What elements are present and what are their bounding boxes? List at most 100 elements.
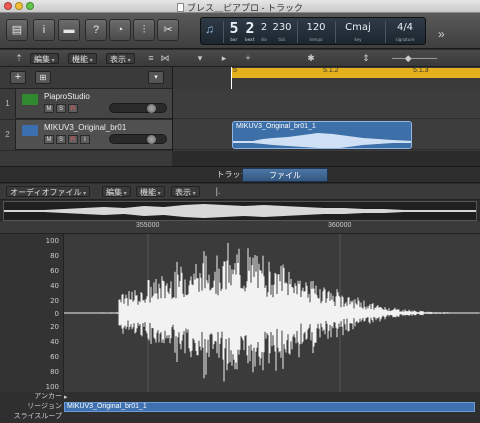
snap-icon[interactable]: |. (211, 186, 225, 197)
lcd-signature-label: signature (395, 37, 415, 42)
scale-label: 20 (50, 323, 59, 331)
quick-help-button[interactable]: ? (85, 19, 107, 41)
region-bar[interactable]: MIKUV3_Original_br01_1 (64, 402, 475, 412)
scale-label: 40 (50, 338, 59, 346)
track-number: 2 (0, 120, 16, 150)
add-track-button[interactable]: + (10, 71, 26, 84)
audio-region[interactable]: MIKUV3_Original_br01_1 (232, 121, 412, 149)
track-name[interactable]: MIKUV3_Original_br01 (44, 123, 126, 132)
lcd-division: 2 (260, 22, 268, 33)
lcd-tick-label: tick (278, 37, 286, 42)
pointer-tool-icon[interactable]: ▾ (194, 53, 206, 64)
scale-label: 60 (50, 267, 59, 275)
crosshair-tool-icon[interactable]: + (242, 53, 254, 64)
scale-label: 0 (54, 310, 59, 318)
track-row-2[interactable]: 2 MIKUV3_Original_br01 M S R I (0, 120, 172, 150)
inspector-button[interactable]: i (33, 19, 55, 41)
tracks-functions-menu[interactable]: 機能 (68, 53, 97, 64)
editor-view-menu[interactable]: 表示 (171, 186, 200, 197)
region-row: リージョン MIKUV3_Original_br01_1 (0, 402, 480, 412)
input-monitor-button[interactable]: I (80, 135, 90, 144)
smart-controls-button[interactable]: ◔ (109, 19, 131, 41)
control-bar: ▤ i ▬ ? ◔ ⫶ ✂ ♫ 5 bar 2 beat 2 div 230 tick … (0, 13, 480, 49)
solo-button[interactable]: S (56, 104, 66, 113)
solo-button[interactable]: S (56, 135, 66, 144)
zoom-slider[interactable]: ──◆──── (392, 53, 472, 64)
lcd-bar: 5 (229, 19, 239, 37)
region-waveform (233, 133, 411, 148)
lcd-tempo-label: tempo (309, 37, 323, 42)
anchor-marker-icon[interactable]: ▸ (64, 393, 68, 401)
tracks-edit-menu[interactable]: 編集 (30, 53, 59, 64)
flex-icon[interactable]: ⋈ (160, 53, 170, 64)
scale-label: 80 (50, 252, 59, 260)
ruler-mark: 5.1.3 (413, 67, 429, 74)
pencil-tool-icon[interactable]: ▸ (218, 53, 230, 64)
volume-slider[interactable] (109, 134, 167, 144)
instrument-icon (22, 94, 38, 105)
overview-waveform (4, 204, 476, 218)
more-chevron-icon[interactable]: » (438, 27, 445, 41)
volume-slider[interactable] (109, 103, 167, 113)
library-button[interactable]: ▤ (6, 19, 28, 41)
audio-waveform-icon (22, 125, 38, 136)
ruler-mark: 5 (233, 67, 237, 74)
track-list-empty (0, 151, 172, 166)
waveform-editor[interactable]: 100 80 60 40 20 0 20 40 60 80 100 (0, 234, 480, 392)
tracks-area[interactable]: MIKUV3_Original_br01_1 (172, 89, 480, 151)
scale-label: 100 (45, 383, 59, 391)
mixer-button[interactable]: ⫶ (133, 19, 155, 41)
ruler-label: 355000 (136, 222, 160, 229)
toolbar-button[interactable]: ▬ (58, 19, 80, 41)
playhead[interactable] (231, 67, 232, 89)
track-options-button[interactable]: ▾ (148, 71, 164, 84)
lcd-tempo: 120 (306, 22, 326, 33)
lcd-beat: 2 (245, 19, 255, 37)
region-info-rows: アンカー ▸ リージョン MIKUV3_Original_br01_1 スライス… (0, 392, 480, 423)
editor-functions-menu[interactable]: 機能 (136, 186, 165, 197)
catch-icon[interactable]: ≡ (146, 53, 156, 64)
track-row-1[interactable]: 1 PiaproStudio M S R (0, 89, 172, 119)
scale-label: 80 (50, 368, 59, 376)
track-lane[interactable] (173, 89, 480, 119)
waveform-overview[interactable] (3, 201, 477, 221)
record-button[interactable]: R (68, 104, 78, 113)
document-icon (177, 3, 184, 12)
anchor-row: アンカー ▸ (0, 392, 480, 402)
new-folder-button[interactable]: ⊞ (35, 71, 51, 84)
amplitude-scale: 100 80 60 40 20 0 20 40 60 80 100 (0, 234, 64, 392)
vertical-zoom-icon[interactable]: ⇕ (360, 53, 372, 64)
scale-label: 60 (50, 353, 59, 361)
back-arrow-icon[interactable]: ⇡ (14, 53, 24, 64)
waveform-display[interactable] (64, 234, 480, 392)
lcd-beat-label: beat (245, 37, 255, 42)
waveform-path (64, 242, 480, 382)
metronome-icon: ♫ (205, 22, 214, 36)
tracks-view-menu[interactable]: 表示 (106, 53, 135, 64)
cycle-region[interactable] (231, 68, 480, 78)
tab-file[interactable]: ファイル (242, 168, 328, 182)
lcd-tick: 230 (272, 22, 292, 33)
mute-button[interactable]: M (44, 104, 54, 113)
editor-toolbar: オーディオファイル 編集 機能 表示 |. (0, 184, 480, 200)
editor-edit-menu[interactable]: 編集 (102, 186, 131, 197)
record-button[interactable]: R (68, 135, 78, 144)
mute-button[interactable]: M (44, 135, 54, 144)
timeline-ruler[interactable]: 5 5.1.2 5.1.3 (172, 67, 480, 89)
lcd-key: Cmaj (345, 22, 371, 33)
gear-icon[interactable]: ✱ (305, 53, 317, 64)
anchor-label: アンカー (34, 393, 62, 400)
editor-tab-bar: トラック ファイル (0, 166, 480, 183)
lcd-display[interactable]: ♫ 5 bar 2 beat 2 div 230 tick 120 tempo Cmaj k… (200, 17, 426, 45)
editors-button[interactable]: ✂ (157, 19, 179, 41)
audio-file-menu[interactable]: オーディオファイル (6, 186, 91, 197)
track-number: 1 (0, 89, 16, 119)
track-header-top: + ⊞ ▾ (0, 67, 172, 89)
lcd-signature: 4/4 (396, 22, 414, 33)
ruler-mark: 5.1.2 (323, 67, 339, 74)
title-bar: ブレス＿ピアプロ - トラック (0, 0, 480, 13)
track-name[interactable]: PiaproStudio (44, 92, 90, 101)
sample-ruler[interactable]: 355000 360000 (0, 221, 480, 234)
ruler-label: 360000 (328, 222, 352, 229)
slice-loop-label: スライスループ (13, 413, 62, 420)
